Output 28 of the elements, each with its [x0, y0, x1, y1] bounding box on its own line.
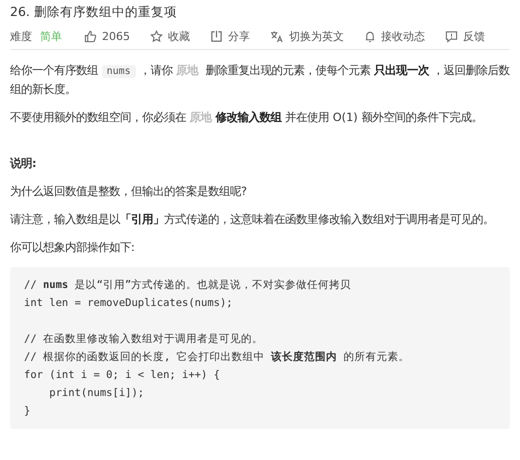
translate-button[interactable]: 切换为英文: [270, 28, 344, 44]
difficulty-value: 简单: [40, 28, 62, 44]
description-paragraph: 请注意，输入数组是以「引用」方式传递的，这意味着在函数里修改输入数组对于调用者是可见的。: [10, 212, 495, 228]
code-line: for (int i = 0; i < len; i++) {: [24, 368, 220, 383]
thumbs-up-icon: [84, 30, 97, 42]
description-paragraph: 给你一个有序数组 nums ，请你 原地 删除重复出现的元素，使每个元素 只出现一次 ，返回删除后数组的新长度。: [10, 63, 510, 98]
section-heading: 说明:: [10, 156, 38, 172]
code-line: // 根据你的函数返回的长度, 它会打印出数组中 该长度范围内 的所有元素。: [24, 350, 410, 365]
difficulty-label: 难度: [10, 28, 32, 44]
description-paragraph: 为什么返回数值是整数，但输出的答案是数组呢?: [10, 184, 248, 200]
feedback-button[interactable]: 反馈: [445, 28, 485, 44]
like-button[interactable]: 2065: [84, 30, 130, 42]
code-line: int len = removeDuplicates(nums);: [24, 296, 233, 311]
code-line: print(nums[i]);: [48, 386, 144, 401]
translate-icon: [270, 30, 284, 42]
code-line: // 在函数里修改输入数组对于调用者是可见的。: [24, 332, 263, 347]
code-line: }: [24, 404, 30, 419]
problem-title: 26. 删除有序数组中的重复项: [10, 3, 178, 21]
bell-button[interactable]: 接收动态: [364, 28, 425, 44]
description-paragraph: 不要使用额外的数组空间，你必须在 原地 修改输入数组 并在使用 O(1) 额外空间的条件下完成。: [10, 110, 484, 126]
code-line: // nums 是以“引用”方式传递的。也就是说，不对实参做任何拷贝: [24, 278, 352, 293]
star-icon: [150, 30, 163, 42]
feedback-icon: [445, 30, 458, 42]
bell-icon: [364, 30, 376, 42]
description-paragraph: 你可以想象内部操作如下:: [10, 240, 136, 256]
share-button[interactable]: 分享: [210, 28, 250, 44]
share-icon: [210, 30, 223, 42]
star-button[interactable]: 收藏: [150, 28, 190, 44]
